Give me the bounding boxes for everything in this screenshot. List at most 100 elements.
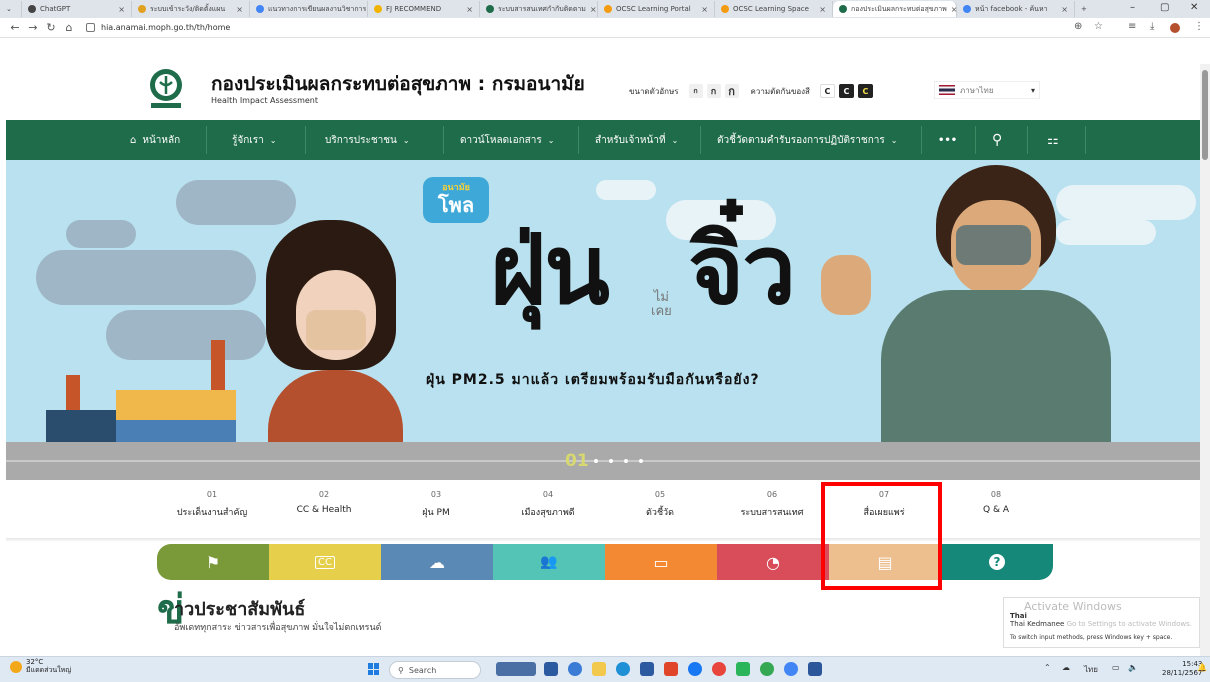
- download-icon[interactable]: ⤓: [1150, 21, 1154, 32]
- taskbar-search[interactable]: ⚲ Search: [389, 661, 481, 679]
- browser-tab[interactable]: OCSC Learning Portal ×: [598, 1, 715, 17]
- chevron-down-icon: ⌄: [269, 135, 277, 145]
- network-icon[interactable]: ▭: [1112, 663, 1120, 672]
- slide-dot[interactable]: [609, 459, 613, 463]
- browser-tab[interactable]: OCSC Learning Space ×: [715, 1, 833, 17]
- search-icon[interactable]: ⚲: [992, 120, 1002, 160]
- tab-list-button[interactable]: ⌄: [0, 1, 22, 17]
- category-tab-info-system[interactable]: 06 ระบบสารสนเทศ: [717, 490, 827, 519]
- language-indicator[interactable]: ไทย: [1084, 663, 1098, 676]
- browser-tab[interactable]: FJ RECOMMEND ×: [368, 1, 480, 17]
- contrast-normal-button[interactable]: C: [819, 84, 835, 98]
- close-icon[interactable]: ×: [590, 5, 597, 14]
- tile-info-system[interactable]: ◔: [717, 544, 829, 580]
- site-info-icon[interactable]: [86, 23, 95, 32]
- weather-widget[interactable]: 32°C มีแดดส่วนใหญ่: [10, 658, 71, 674]
- favicon-icon: [839, 5, 847, 13]
- profile-avatar[interactable]: [1170, 23, 1180, 33]
- store-icon[interactable]: [640, 662, 654, 676]
- sun-icon: [10, 660, 22, 673]
- word-icon[interactable]: [808, 662, 822, 676]
- file-explorer-icon[interactable]: [592, 662, 606, 676]
- restore-icon[interactable]: ▢: [1160, 2, 1169, 13]
- nav-services[interactable]: บริการประชาชน ⌄: [325, 120, 410, 160]
- tile-healthy-city[interactable]: 👥: [493, 544, 605, 580]
- line-icon[interactable]: [736, 662, 750, 676]
- sitemap-icon[interactable]: ⚏: [1047, 120, 1059, 160]
- font-size-large-button[interactable]: ก: [724, 84, 739, 98]
- notification-icon[interactable]: 🔔: [1197, 663, 1207, 672]
- reading-list-icon[interactable]: ≡: [1128, 21, 1136, 32]
- chevron-down-icon: ⌄: [547, 135, 555, 145]
- zoom-icon[interactable]: ⊕: [1074, 21, 1082, 32]
- contrast-dark-button[interactable]: C: [838, 84, 854, 98]
- browser-tab-active[interactable]: กองประเมินผลกระทบต่อสุขภาพ ×: [833, 1, 957, 17]
- site-title[interactable]: กองประเมินผลกระทบต่อสุขภาพ : กรมอนามัย: [211, 69, 585, 99]
- close-icon[interactable]: ×: [466, 5, 473, 14]
- category-tab-pm-dust[interactable]: 03 ฝุ่น PM: [381, 490, 491, 519]
- tile-issues[interactable]: ⚑: [157, 544, 269, 580]
- slide-dot[interactable]: [594, 459, 598, 463]
- contrast-label: ความตัดกันของสี: [750, 86, 810, 96]
- category-tab-cc-health[interactable]: 02 CC & Health: [269, 490, 379, 515]
- chrome-icon[interactable]: [760, 662, 774, 676]
- contrast-yellow-button[interactable]: C: [857, 84, 873, 98]
- favicon-icon: [138, 5, 146, 13]
- browser-tab[interactable]: หน้า facebook - ค้นหา ×: [957, 1, 1075, 17]
- tile-pm-dust[interactable]: ☁: [381, 544, 493, 580]
- bookmark-star-icon[interactable]: ☆: [1094, 21, 1103, 32]
- menu-kebab-icon[interactable]: ⋮: [1194, 21, 1204, 32]
- close-icon[interactable]: ×: [701, 5, 708, 14]
- forward-icon[interactable]: →: [24, 21, 42, 34]
- cloud-icon[interactable]: ☁: [1062, 663, 1070, 672]
- browser-tab[interactable]: แนวทางการเขียนผลงานวิชาการ×: [250, 1, 368, 17]
- brave-icon[interactable]: [664, 662, 678, 676]
- volume-icon[interactable]: 🔈: [1128, 663, 1138, 672]
- nav-staff[interactable]: สำหรับเจ้าหน้าที่ ⌄: [595, 120, 678, 160]
- tile-indicators[interactable]: ▭: [605, 544, 717, 580]
- chrome-icon[interactable]: [712, 662, 726, 676]
- tile-qa[interactable]: ?: [941, 544, 1053, 580]
- home-icon[interactable]: ⌂: [60, 21, 78, 34]
- font-size-medium-button[interactable]: ก: [706, 84, 721, 98]
- close-icon[interactable]: ×: [118, 5, 125, 14]
- url-field[interactable]: hia.anamai.moph.go.th/th/home: [86, 23, 230, 32]
- nav-home[interactable]: ⌂ หน้าหลัก: [130, 120, 180, 160]
- new-tab-button[interactable]: +: [1075, 1, 1095, 17]
- minimize-icon[interactable]: –: [1130, 2, 1135, 13]
- slide-dot[interactable]: [624, 459, 628, 463]
- chrome-icon[interactable]: [784, 662, 798, 676]
- edge-icon[interactable]: [616, 662, 630, 676]
- settings-icon[interactable]: [568, 662, 582, 676]
- font-size-label: ขนาดตัวอักษร: [629, 86, 679, 96]
- widget-icon[interactable]: [496, 662, 536, 676]
- category-tab-healthy-city[interactable]: 04 เมืองสุขภาพดี: [493, 490, 603, 519]
- back-icon[interactable]: ←: [6, 21, 24, 34]
- reload-icon[interactable]: ↻: [42, 21, 60, 34]
- chevron-up-icon[interactable]: ⌃: [1044, 663, 1051, 672]
- language-select[interactable]: ภาษาไทย ▾: [934, 81, 1040, 99]
- category-tab-indicators[interactable]: 05 ตัวชี้วัด: [605, 490, 715, 519]
- department-logo[interactable]: [147, 68, 185, 110]
- close-icon[interactable]: ×: [819, 5, 826, 14]
- window-close-icon[interactable]: ✕: [1190, 2, 1198, 13]
- browser-tab[interactable]: ระบบเข้าระวัง/ติดตั้งแผน ×: [132, 1, 250, 17]
- browser-tab[interactable]: ChatGPT ×: [22, 1, 132, 17]
- close-icon[interactable]: ×: [1061, 5, 1068, 14]
- task-view-icon[interactable]: [544, 662, 558, 676]
- address-bar: ← → ↻ ⌂ hia.anamai.moph.go.th/th/home ⊕ …: [0, 18, 1210, 38]
- browser-tab[interactable]: ระบบสารสนเทศกำกับติดตาม ×: [480, 1, 598, 17]
- nav-downloads[interactable]: ดาวน์โหลดเอกสาร ⌄: [460, 120, 554, 160]
- nav-indicators[interactable]: ตัวชี้วัดตามคำรับรองการปฏิบัติราชการ ⌄: [717, 120, 897, 160]
- font-size-small-button[interactable]: ก: [688, 84, 703, 98]
- facebook-icon[interactable]: [688, 662, 702, 676]
- category-tab-qa[interactable]: 08 Q & A: [941, 490, 1051, 515]
- windows-start-icon[interactable]: [368, 663, 380, 675]
- category-tab-issues[interactable]: 01 ประเด็นงานสำคัญ: [157, 490, 267, 519]
- nav-more[interactable]: •••: [938, 120, 957, 160]
- tile-cc-health[interactable]: CC: [269, 544, 381, 580]
- scrollbar-thumb[interactable]: [1202, 70, 1208, 160]
- slide-dot[interactable]: [639, 459, 643, 463]
- nav-about[interactable]: รู้จักเรา ⌄: [232, 120, 276, 160]
- close-icon[interactable]: ×: [236, 5, 243, 14]
